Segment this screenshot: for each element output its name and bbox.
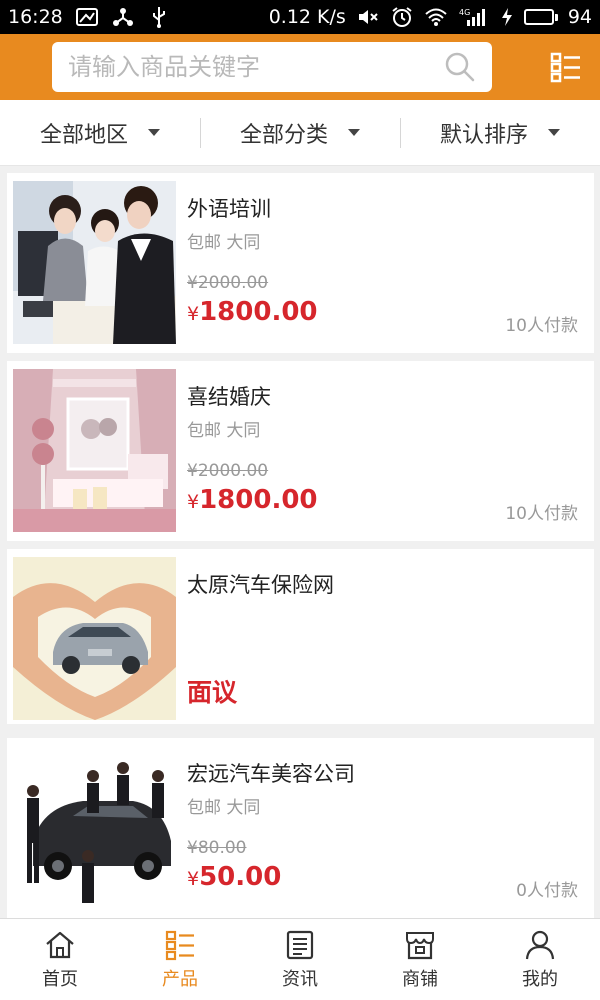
filter-label: 全部地区 — [39, 122, 128, 148]
tab-me[interactable]: 我的 — [480, 919, 600, 1000]
shop-icon — [406, 931, 434, 959]
filter-label: 默认排序 — [439, 122, 528, 148]
filter-bar: 全部地区 全部分类 默认排序 — [0, 100, 600, 166]
tab-label: 商铺 — [402, 968, 438, 990]
category-menu-icon[interactable] — [550, 51, 582, 83]
product-image-wedding[interactable] — [13, 369, 176, 532]
tab-home[interactable]: 首页 — [0, 919, 120, 1000]
paid-count: 0人付款 — [516, 881, 578, 901]
tab-label: 资讯 — [282, 968, 318, 990]
usb-icon — [147, 6, 171, 28]
charging-icon — [500, 6, 514, 28]
original-price: ¥2000.00 — [187, 461, 269, 481]
shipping-location: 包邮 大同 — [187, 421, 261, 441]
paid-count: 10人付款 — [505, 316, 578, 336]
app-header — [0, 34, 600, 100]
wifi-icon — [424, 6, 448, 28]
caret-down-icon — [548, 129, 560, 136]
filter-category[interactable]: 全部分类 — [200, 100, 400, 165]
product-info: 宏远汽车美容公司 包邮 大同 ¥80.00 ¥50.00 0人付款 — [187, 738, 594, 918]
shipping-location: 包邮 大同 — [187, 233, 261, 253]
signal-type-label: 4G — [459, 8, 470, 17]
product-card[interactable]: 宏远汽车美容公司 包邮 大同 ¥80.00 ¥50.00 0人付款 — [7, 738, 594, 918]
shipping-location: 包邮 大同 — [187, 798, 261, 818]
product-image-car-detailing[interactable] — [13, 746, 176, 909]
tab-products[interactable]: 产品 — [120, 919, 240, 1000]
price-negotiable: 面议 — [187, 678, 238, 707]
user-icon — [525, 930, 555, 959]
product-name[interactable]: 外语培训 — [187, 193, 271, 223]
filter-region[interactable]: 全部地区 — [0, 100, 200, 165]
news-icon — [286, 930, 314, 959]
paid-count: 10人付款 — [505, 504, 578, 524]
product-image-car-insurance[interactable] — [13, 557, 176, 720]
tab-shop[interactable]: 商铺 — [360, 919, 480, 1000]
filter-sort[interactable]: 默认排序 — [400, 100, 600, 165]
clock: 16:28 — [8, 6, 63, 28]
tab-label: 产品 — [162, 968, 198, 990]
home-icon — [46, 931, 74, 958]
filter-label: 全部分类 — [239, 122, 328, 148]
product-card[interactable]: 喜结婚庆 包邮 大同 ¥2000.00 ¥1800.00 10人付款 — [7, 361, 594, 541]
currency-symbol: ¥ — [187, 868, 200, 890]
tab-label: 我的 — [522, 968, 558, 990]
price-value: 1800.00 — [199, 297, 318, 327]
tab-news[interactable]: 资讯 — [240, 919, 360, 1000]
caret-down-icon — [148, 129, 160, 136]
product-name[interactable]: 宏远汽车美容公司 — [187, 758, 355, 788]
mute-icon — [356, 6, 380, 28]
battery-level: 94 — [567, 6, 592, 28]
product-card[interactable]: 外语培训 包邮 大同 ¥2000.00 ¥1800.00 10人付款 — [7, 173, 594, 353]
product-list: 外语培训 包邮 大同 ¥2000.00 ¥1800.00 10人付款 喜结婚庆 … — [0, 166, 600, 918]
product-info: 外语培训 包邮 大同 ¥2000.00 ¥1800.00 10人付款 — [187, 173, 594, 353]
product-card[interactable]: 太原汽车保险网 面议 — [7, 549, 594, 724]
search-icon[interactable] — [444, 51, 476, 83]
cell-signal-icon: 4G — [458, 6, 490, 28]
product-name[interactable]: 太原汽车保险网 — [187, 569, 334, 599]
search-input[interactable] — [68, 53, 444, 81]
currency-symbol: ¥ — [187, 303, 200, 325]
bottom-tab-bar: 首页 产品 资讯 商铺 我的 — [0, 918, 600, 1000]
network-speed: 0.12 K/s — [268, 6, 346, 28]
search-box[interactable] — [52, 42, 492, 92]
tab-label: 首页 — [42, 968, 78, 990]
current-price: ¥1800.00 — [187, 485, 318, 515]
share-notification-icon — [111, 6, 135, 28]
product-info: 喜结婚庆 包邮 大同 ¥2000.00 ¥1800.00 10人付款 — [187, 361, 594, 541]
price-value: 1800.00 — [199, 485, 318, 515]
product-image-training[interactable] — [13, 181, 176, 344]
list-icon — [165, 930, 194, 960]
currency-symbol: ¥ — [187, 491, 200, 513]
original-price: ¥2000.00 — [187, 273, 269, 293]
caret-down-icon — [348, 129, 360, 136]
battery-icon — [523, 9, 558, 25]
current-price: ¥50.00 — [187, 862, 281, 892]
current-price: ¥1800.00 — [187, 297, 318, 327]
product-info: 太原汽车保险网 面议 — [187, 549, 594, 724]
alarm-icon — [390, 6, 414, 28]
price-value: 50.00 — [199, 862, 282, 892]
status-bar: 16:28 0.12 K/s 4G 94 — [0, 0, 600, 34]
product-name[interactable]: 喜结婚庆 — [187, 381, 271, 411]
screenshot-notification-icon — [75, 6, 99, 28]
original-price: ¥80.00 — [187, 838, 247, 858]
